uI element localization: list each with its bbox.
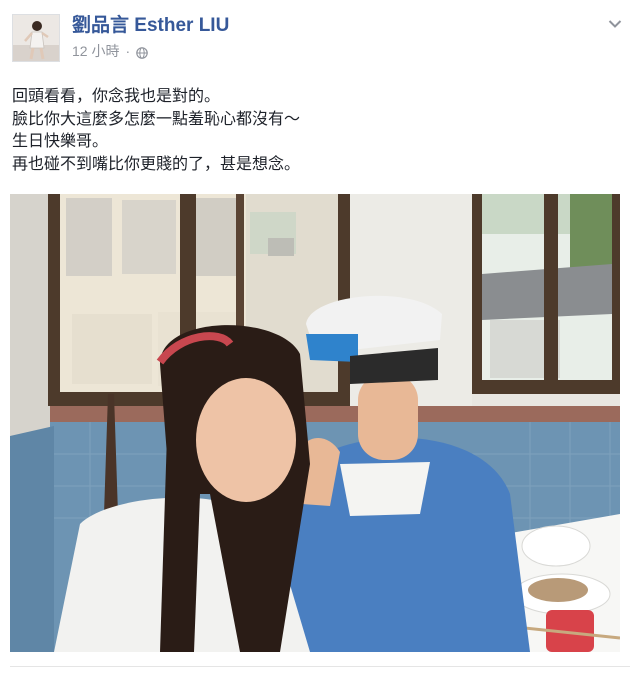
globe-icon[interactable]	[136, 45, 148, 59]
meta-dot: ·	[125, 43, 131, 59]
divider	[10, 666, 630, 667]
chevron-down-icon[interactable]	[608, 16, 622, 28]
post-photo[interactable]	[10, 194, 620, 652]
post-text: 回頭看看，你念我也是對的。 臉比你大這麼多怎麼一點羞恥心都沒有～ 生日快樂哥。 …	[12, 86, 624, 176]
post-meta: 12 小時 ·	[72, 42, 148, 60]
author-avatar[interactable]	[12, 14, 60, 62]
post-text-line: 回頭看看，你念我也是對的。	[12, 88, 221, 105]
post-timestamp[interactable]: 12 小時	[72, 42, 119, 60]
post-text-line: 再也碰不到嘴比你更賤的了，甚是想念。	[12, 155, 301, 173]
author-name[interactable]: 劉品言 Esther LIU	[72, 14, 229, 38]
facebook-post: 劉品言 Esther LIU 12 小時 · 回頭看看，你念我也是對的。 臉比你…	[0, 0, 640, 675]
post-text-line: 臉比你大這麼多怎麼一點羞恥心都沒有～	[12, 110, 301, 128]
post-text-line: 生日快樂哥。	[12, 133, 109, 150]
